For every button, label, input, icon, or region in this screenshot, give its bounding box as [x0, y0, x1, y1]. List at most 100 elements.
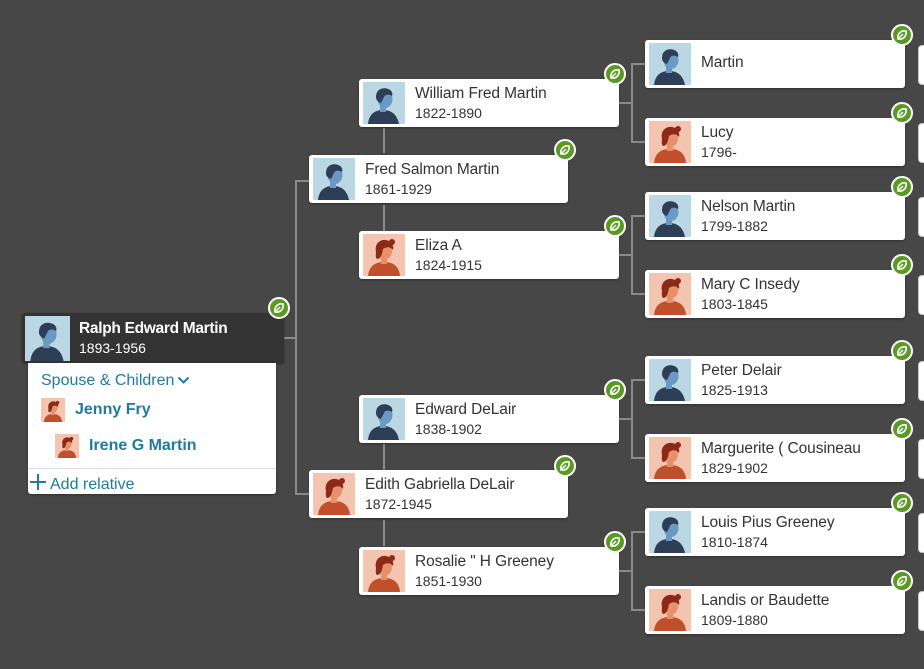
spouse-name: Jenny Fry [75, 401, 151, 418]
connector-line [618, 254, 632, 256]
person-dates: 1824-1915 [415, 257, 482, 273]
next-generation-card-edge[interactable] [918, 45, 924, 85]
male-avatar-icon [649, 195, 691, 237]
person-card-great-grandparent[interactable]: Mary C Insedy 1803-1845 [645, 270, 905, 318]
person-dates: 1893-1956 [79, 340, 146, 356]
connector-line [631, 215, 645, 217]
next-generation-card-edge[interactable] [918, 361, 924, 401]
hint-leaf-icon[interactable] [268, 297, 290, 319]
connector-line [631, 531, 645, 533]
female-avatar-icon [363, 234, 405, 276]
plus-icon [28, 472, 48, 497]
hint-leaf-icon[interactable] [554, 455, 576, 477]
connector-line [295, 180, 309, 182]
person-card-father[interactable]: Fred Salmon Martin 1861-1929 [309, 155, 568, 203]
hint-leaf-icon[interactable] [891, 176, 913, 198]
connector-line [631, 609, 645, 611]
person-dates: 1851-1930 [415, 573, 482, 589]
male-avatar-icon [313, 158, 355, 200]
hint-leaf-icon[interactable] [604, 63, 626, 85]
person-dates: 1796- [701, 144, 737, 160]
connector-line [383, 128, 385, 153]
spouse-children-toggle[interactable]: Spouse & Children [41, 372, 190, 390]
connector-line [631, 293, 645, 295]
female-avatar-icon [649, 437, 691, 479]
hint-leaf-icon[interactable] [554, 139, 576, 161]
person-dates: 1799-1882 [701, 218, 768, 234]
next-generation-card-edge[interactable] [918, 123, 924, 163]
pedigree-tree[interactable]: Ralph Edward Martin 1893-1956 Spouse & C… [0, 0, 924, 669]
connector-line [631, 457, 645, 459]
add-relative-button[interactable]: Add relative [28, 472, 135, 497]
spouse-row[interactable]: Jenny Fry [41, 398, 151, 422]
chevron-down-icon [177, 372, 190, 390]
person-dates: 1861-1929 [365, 181, 432, 197]
person-name: Mary C Insedy [701, 276, 800, 293]
next-generation-card-edge[interactable] [918, 197, 924, 237]
person-name: Lucy [701, 124, 734, 141]
divider [28, 468, 276, 469]
next-generation-card-edge[interactable] [918, 513, 924, 553]
female-avatar-icon [649, 121, 691, 163]
spouse-toggle-label: Spouse & Children [41, 372, 175, 389]
person-name: Fred Salmon Martin [365, 161, 500, 178]
female-avatar-icon [649, 273, 691, 315]
connector-line [631, 379, 645, 381]
hint-leaf-icon[interactable] [891, 492, 913, 514]
hint-leaf-icon[interactable] [891, 570, 913, 592]
connector-line [282, 337, 296, 339]
person-card-great-grandparent[interactable]: Louis Pius Greeney 1810-1874 [645, 508, 905, 556]
connector-line [383, 205, 385, 231]
spouse-row[interactable]: Irene G Martin [55, 434, 197, 458]
next-generation-card-edge[interactable] [918, 275, 924, 315]
hint-leaf-icon[interactable] [891, 102, 913, 124]
person-name: Rosalie " H Greeney [415, 553, 554, 570]
add-relative-label: Add relative [50, 475, 135, 493]
person-card-great-grandparent[interactable]: Nelson Martin 1799-1882 [645, 192, 905, 240]
person-card-great-grandparent[interactable]: Martin [645, 40, 905, 88]
person-card-maternal-grandfather[interactable]: Edward DeLair 1838-1902 [359, 395, 619, 443]
person-dates: 1822-1890 [415, 105, 482, 121]
connector-line [383, 520, 385, 546]
hint-leaf-icon[interactable] [891, 24, 913, 46]
person-name: Ralph Edward Martin [79, 320, 228, 337]
female-avatar-icon [55, 434, 79, 458]
root-person-card[interactable]: Ralph Edward Martin 1893-1956 [22, 313, 284, 363]
person-card-great-grandparent[interactable]: Peter Delair 1825-1913 [645, 356, 905, 404]
hint-leaf-icon[interactable] [891, 340, 913, 362]
male-avatar-icon [363, 82, 405, 124]
female-avatar-icon [363, 550, 405, 592]
male-avatar-icon [649, 359, 691, 401]
person-dates: 1825-1913 [701, 382, 768, 398]
person-name: Louis Pius Greeney [701, 514, 835, 531]
person-card-paternal-grandmother[interactable]: Eliza A 1824-1915 [359, 231, 619, 279]
next-generation-card-edge[interactable] [918, 439, 924, 479]
person-name: Martin [701, 54, 744, 71]
male-avatar-icon [649, 511, 691, 553]
person-card-maternal-grandmother[interactable]: Rosalie " H Greeney 1851-1930 [359, 547, 619, 595]
person-name: Landis or Baudette [701, 592, 830, 609]
person-name: Marguerite ( Cousineau [701, 440, 861, 457]
person-card-mother[interactable]: Edith Gabriella DeLair 1872-1945 [309, 470, 568, 518]
person-card-paternal-grandfather[interactable]: William Fred Martin 1822-1890 [359, 79, 619, 127]
person-card-great-grandparent[interactable]: Landis or Baudette 1809-1880 [645, 586, 905, 634]
female-avatar-icon [313, 473, 355, 515]
hint-leaf-icon[interactable] [891, 418, 913, 440]
person-name: Edith Gabriella DeLair [365, 476, 515, 493]
male-avatar-icon [363, 398, 405, 440]
person-name: Nelson Martin [701, 198, 796, 215]
person-card-great-grandparent[interactable]: Lucy 1796- [645, 118, 905, 166]
person-card-great-grandparent[interactable]: Marguerite ( Cousineau 1829-1902 [645, 434, 905, 482]
person-name: Eliza A [415, 237, 462, 254]
hint-leaf-icon[interactable] [604, 531, 626, 553]
connector-line [631, 63, 645, 65]
hint-leaf-icon[interactable] [604, 379, 626, 401]
hint-leaf-icon[interactable] [604, 215, 626, 237]
spouse-name: Irene G Martin [89, 437, 197, 454]
next-generation-card-edge[interactable] [918, 591, 924, 631]
person-dates: 1810-1874 [701, 534, 768, 550]
hint-leaf-icon[interactable] [891, 254, 913, 276]
connector-line [295, 493, 309, 495]
connector-line [383, 444, 385, 470]
person-dates: 1838-1902 [415, 421, 482, 437]
